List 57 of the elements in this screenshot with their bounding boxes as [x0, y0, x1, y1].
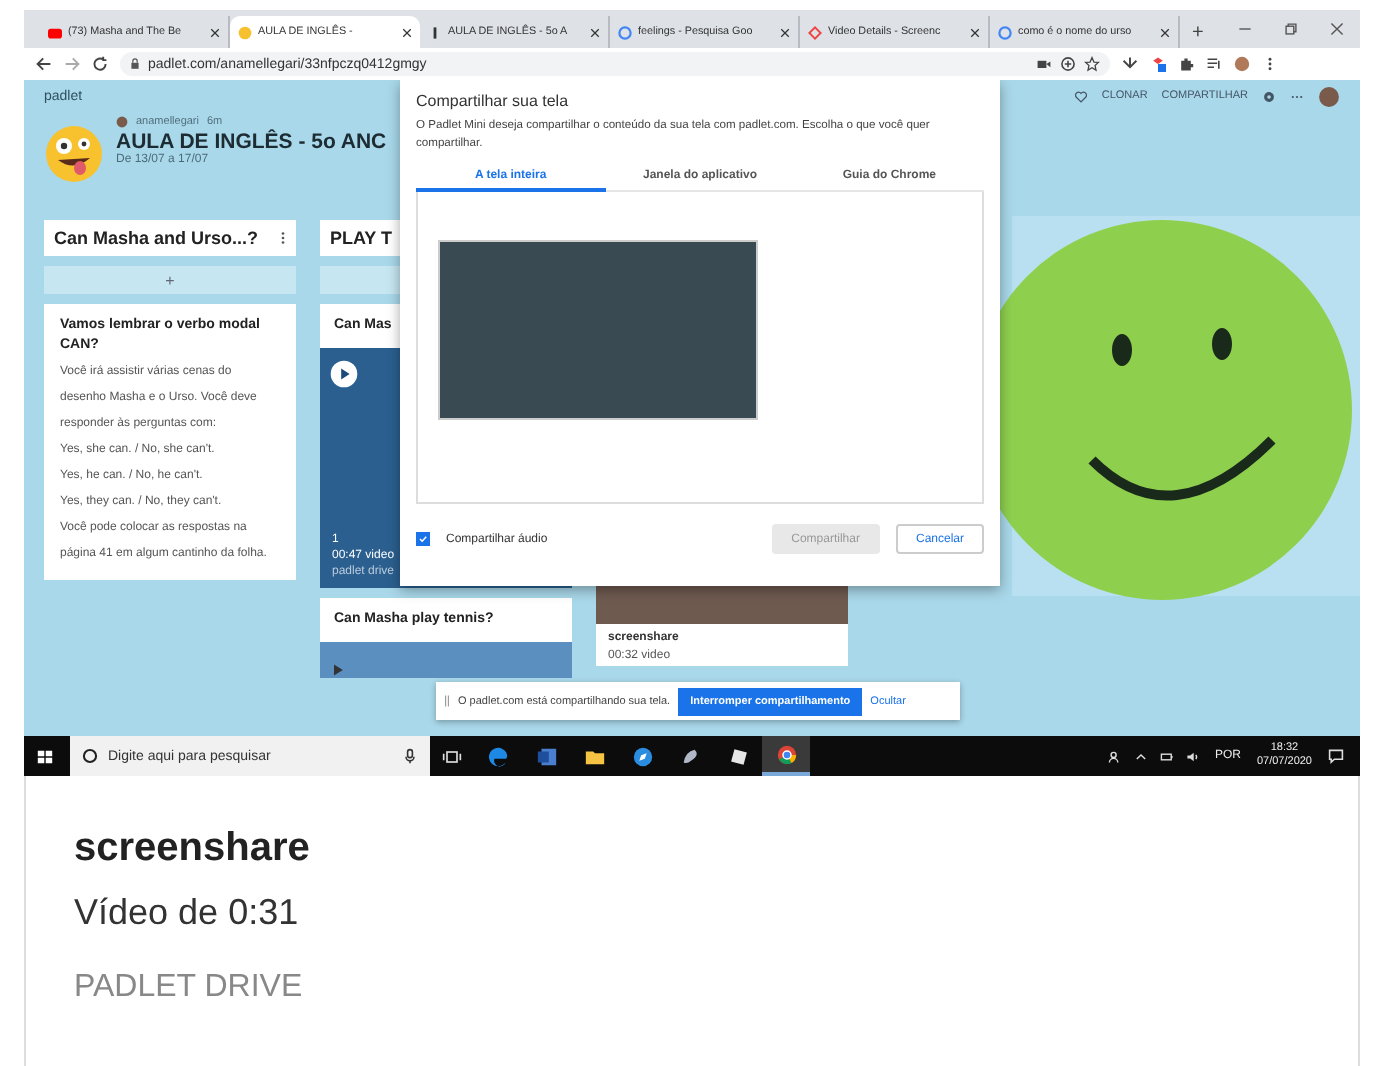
- drag-handle-icon[interactable]: [444, 694, 450, 708]
- avatar-icon[interactable]: [1318, 85, 1340, 107]
- close-icon[interactable]: [402, 27, 412, 37]
- add-circle-icon[interactable]: [1060, 56, 1076, 72]
- favicon-icon: [998, 25, 1012, 39]
- puzzle-icon[interactable]: [1178, 56, 1194, 72]
- windows-start-icon[interactable]: [36, 747, 54, 765]
- favicon-icon: [808, 25, 822, 39]
- volume-icon[interactable]: [1186, 749, 1201, 763]
- silly-face-icon: [44, 124, 104, 184]
- microphone-icon[interactable]: [402, 748, 418, 764]
- lock-icon: [130, 58, 140, 70]
- heart-icon[interactable]: [1073, 89, 1088, 103]
- close-icon[interactable]: [970, 27, 980, 37]
- avatar-icon[interactable]: [1234, 56, 1250, 72]
- close-icon[interactable]: [210, 27, 220, 37]
- cortana-icon: [82, 748, 98, 764]
- favicon-icon: [428, 25, 442, 39]
- video-title: screenshare: [74, 826, 312, 872]
- favicon-icon: [618, 25, 632, 39]
- column-title: Can Masha and Urso...?: [54, 228, 261, 248]
- taskbar-app-icon[interactable]: [762, 736, 810, 776]
- close-icon[interactable]: [780, 27, 790, 37]
- close-icon[interactable]: [1160, 27, 1170, 37]
- playlist-icon[interactable]: [1206, 56, 1222, 72]
- menu-icon[interactable]: [280, 230, 286, 246]
- video-source: PADLET DRIVE: [74, 970, 305, 1006]
- new-tab-button[interactable]: +: [1192, 22, 1204, 44]
- minimize-icon[interactable]: [1238, 22, 1252, 36]
- play-icon[interactable]: [330, 360, 358, 388]
- settings-icon[interactable]: [1262, 89, 1276, 103]
- add-post-button[interactable]: +: [44, 266, 296, 294]
- camera-icon[interactable]: [1036, 56, 1052, 72]
- task-view-icon[interactable]: [442, 747, 462, 765]
- close-icon[interactable]: [590, 27, 600, 37]
- column-title: PLAY T: [330, 228, 395, 248]
- star-icon[interactable]: [1084, 56, 1100, 72]
- play-icon[interactable]: [330, 662, 346, 678]
- favicon-icon: [48, 25, 62, 39]
- favicon-icon: [238, 25, 252, 39]
- video-duration: Vídeo de 0:31: [74, 892, 301, 934]
- restore-icon[interactable]: [1284, 22, 1298, 36]
- post-card[interactable]: [44, 304, 296, 580]
- reload-icon[interactable]: [92, 56, 108, 72]
- padlet-title: AULA DE INGLÊS - 5o ANC: [116, 130, 387, 154]
- video-thumbnail[interactable]: [320, 642, 572, 678]
- column-header[interactable]: Can Masha and Urso...?: [44, 220, 296, 256]
- chevron-up-icon[interactable]: [1134, 749, 1149, 763]
- screen-preview[interactable]: [438, 240, 758, 420]
- battery-icon[interactable]: [1160, 749, 1175, 763]
- dialog-title: Compartilhar sua tela: [416, 92, 571, 110]
- people-icon[interactable]: [1108, 749, 1123, 763]
- notifications-icon[interactable]: [1328, 748, 1344, 764]
- checkbox[interactable]: [416, 532, 430, 546]
- close-icon[interactable]: [1330, 22, 1344, 36]
- avatar-icon: [116, 116, 128, 128]
- back-icon[interactable]: [36, 56, 52, 72]
